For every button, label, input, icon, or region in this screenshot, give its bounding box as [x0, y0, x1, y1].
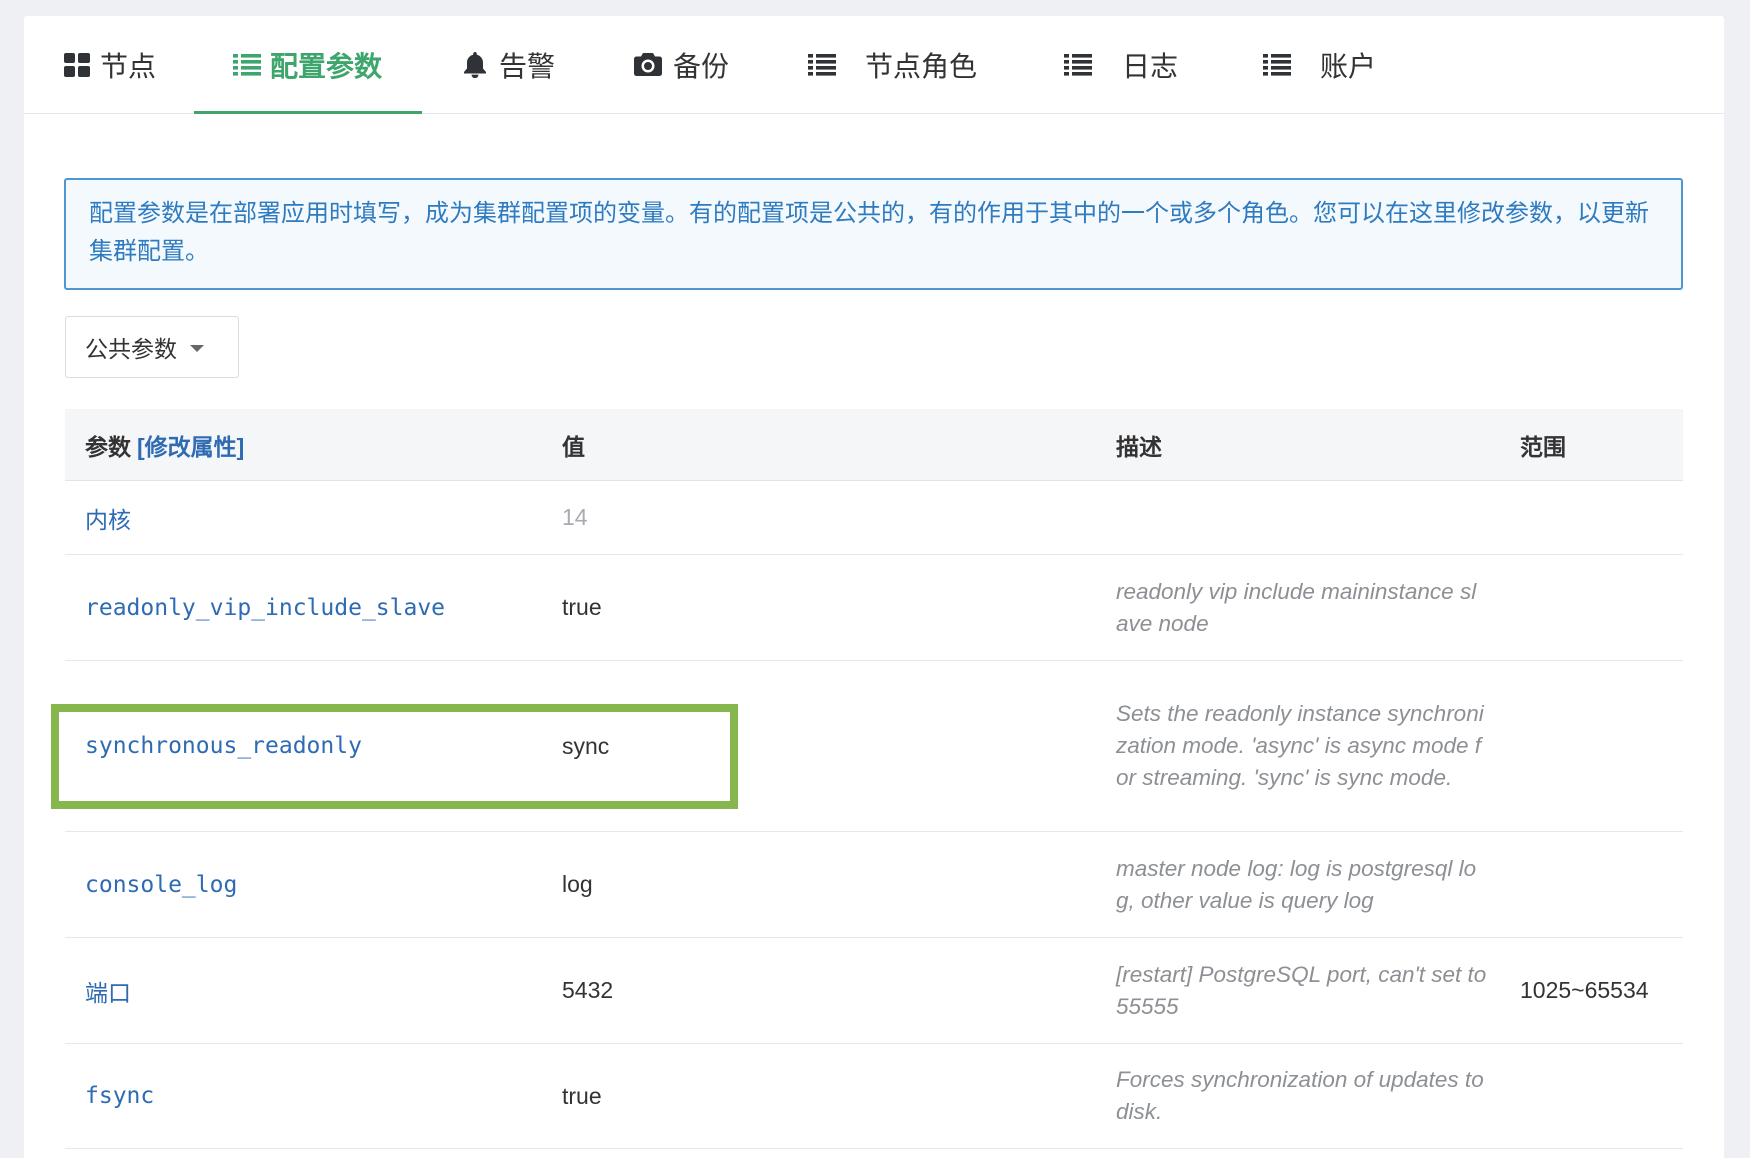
param-group-select[interactable]: 公共参数 [65, 316, 239, 378]
param-name-cell: 内核 [85, 501, 562, 535]
tab-underline [25, 111, 196, 114]
param-name-link[interactable]: readonly_vip_include_slave [85, 595, 445, 621]
info-notice: 配置参数是在部署应用时填写，成为集群配置项的变量。有的配置项是公共的，有的作用于… [64, 178, 1683, 290]
param-name-link[interactable]: 内核 [85, 507, 131, 533]
param-value: sync [562, 732, 610, 759]
edit-attributes-link[interactable]: [修改属性] [137, 434, 244, 460]
tab-label: 配置参数 [270, 50, 383, 82]
tab-label: 告警 [499, 50, 556, 82]
param-name-cell: synchronous_readonly [85, 733, 562, 759]
param-value-cell: true [562, 594, 1116, 621]
header-desc: 描述 [1116, 433, 1162, 460]
params-table: 参数 [修改属性] 值 描述 范围 内核 14 readonly_vip_incl… [65, 409, 1683, 1149]
table-row: fsync true Forces synchronization of upd… [65, 1044, 1683, 1149]
header-param: 参数 [修改属性] [85, 428, 562, 462]
tab-backup[interactable]: 备份 [595, 16, 769, 113]
tab-label: 节点 [100, 50, 157, 82]
param-description: Sets the readonly instance synchronizati… [1116, 701, 1484, 790]
tab-label: 日志 [1122, 50, 1179, 82]
table-row: 端口 5432 [restart] PostgreSQL port, can't… [65, 938, 1683, 1044]
camera-icon [634, 53, 662, 76]
param-name-link[interactable]: console_log [85, 872, 237, 898]
bell-icon [463, 51, 487, 78]
param-desc-cell: readonly vip include maininstance slave … [1116, 576, 1520, 640]
tab-nodes[interactable]: 节点 [25, 16, 196, 113]
table-row: 内核 14 [65, 481, 1683, 555]
list-icon [808, 53, 836, 76]
tab-underline [595, 111, 769, 114]
param-range: 1025~65534 [1520, 977, 1649, 1003]
param-description: Forces synchronization of updates to dis… [1116, 1067, 1484, 1124]
list-icon [1064, 53, 1092, 76]
param-group-selected: 公共参数 [85, 336, 177, 362]
main-card: 节点 配置参数 告警 备份 节点角色 日志 账户 配置参数是在部署应用时填写，成… [24, 16, 1724, 1158]
param-value: true [562, 1082, 602, 1109]
param-desc-cell: master node log: log is postgresql log, … [1116, 853, 1520, 917]
table-row: console_log log master node log: log is … [65, 832, 1683, 938]
param-value: 14 [562, 504, 588, 530]
tab-config-params[interactable]: 配置参数 [194, 16, 422, 114]
tab-underline [1025, 111, 1218, 114]
param-desc-cell: Forces synchronization of updates to dis… [1116, 1064, 1520, 1128]
tab-label: 账户 [1320, 50, 1377, 82]
tab-label: 节点角色 [865, 50, 978, 82]
tab-underline [769, 111, 1017, 114]
param-description: readonly vip include maininstance slave … [1116, 578, 1477, 636]
tab-accounts[interactable]: 账户 [1224, 16, 1416, 113]
param-desc-cell: [restart] PostgreSQL port, can't set to … [1116, 959, 1520, 1023]
table-row: synchronous_readonly sync Sets the reado… [65, 661, 1683, 832]
param-value: log [562, 871, 593, 897]
param-name-link[interactable]: 端口 [85, 980, 131, 1006]
grid-icon [64, 52, 90, 77]
chevron-down-icon [190, 345, 204, 352]
tab-bar: 节点 配置参数 告警 备份 节点角色 日志 账户 [24, 16, 1724, 114]
header-value: 值 [562, 433, 585, 460]
tab-node-roles[interactable]: 节点角色 [769, 16, 1017, 113]
param-name-cell: fsync [85, 1083, 562, 1109]
param-range-cell: 1025~65534 [1520, 977, 1683, 1004]
header-range: 范围 [1520, 433, 1566, 460]
param-value: true [562, 594, 602, 620]
table-header: 参数 [修改属性] 值 描述 范围 [65, 409, 1683, 481]
tab-underline [424, 111, 595, 114]
param-name-link[interactable]: synchronous_readonly [85, 733, 362, 759]
param-name-link[interactable]: fsync [85, 1083, 154, 1109]
param-name-cell: console_log [85, 872, 562, 898]
param-value: 5432 [562, 977, 614, 1003]
param-description: master node log: log is postgresql log, … [1116, 855, 1477, 913]
param-value-cell: sync [562, 733, 1116, 760]
tab-label: 备份 [673, 50, 730, 82]
param-value-cell: true [562, 1083, 1116, 1110]
list-icon [233, 53, 261, 76]
list-icon [1263, 53, 1291, 76]
table-row: readonly_vip_include_slave true readonly… [65, 555, 1683, 661]
param-value-cell: 14 [562, 504, 1116, 531]
param-name-cell: readonly_vip_include_slave [85, 595, 562, 621]
tab-alerts[interactable]: 告警 [424, 16, 595, 113]
tab-logs[interactable]: 日志 [1025, 16, 1218, 113]
param-value-cell: log [562, 871, 1116, 898]
header-param-label: 参数 [85, 433, 131, 460]
param-desc-cell: Sets the readonly instance synchronizati… [1116, 698, 1520, 794]
tab-underline [194, 111, 422, 114]
tab-underline [1224, 111, 1416, 114]
param-value-cell: 5432 [562, 977, 1116, 1004]
param-description: [restart] PostgreSQL port, can't set to … [1116, 961, 1487, 1019]
param-name-cell: 端口 [85, 974, 562, 1008]
